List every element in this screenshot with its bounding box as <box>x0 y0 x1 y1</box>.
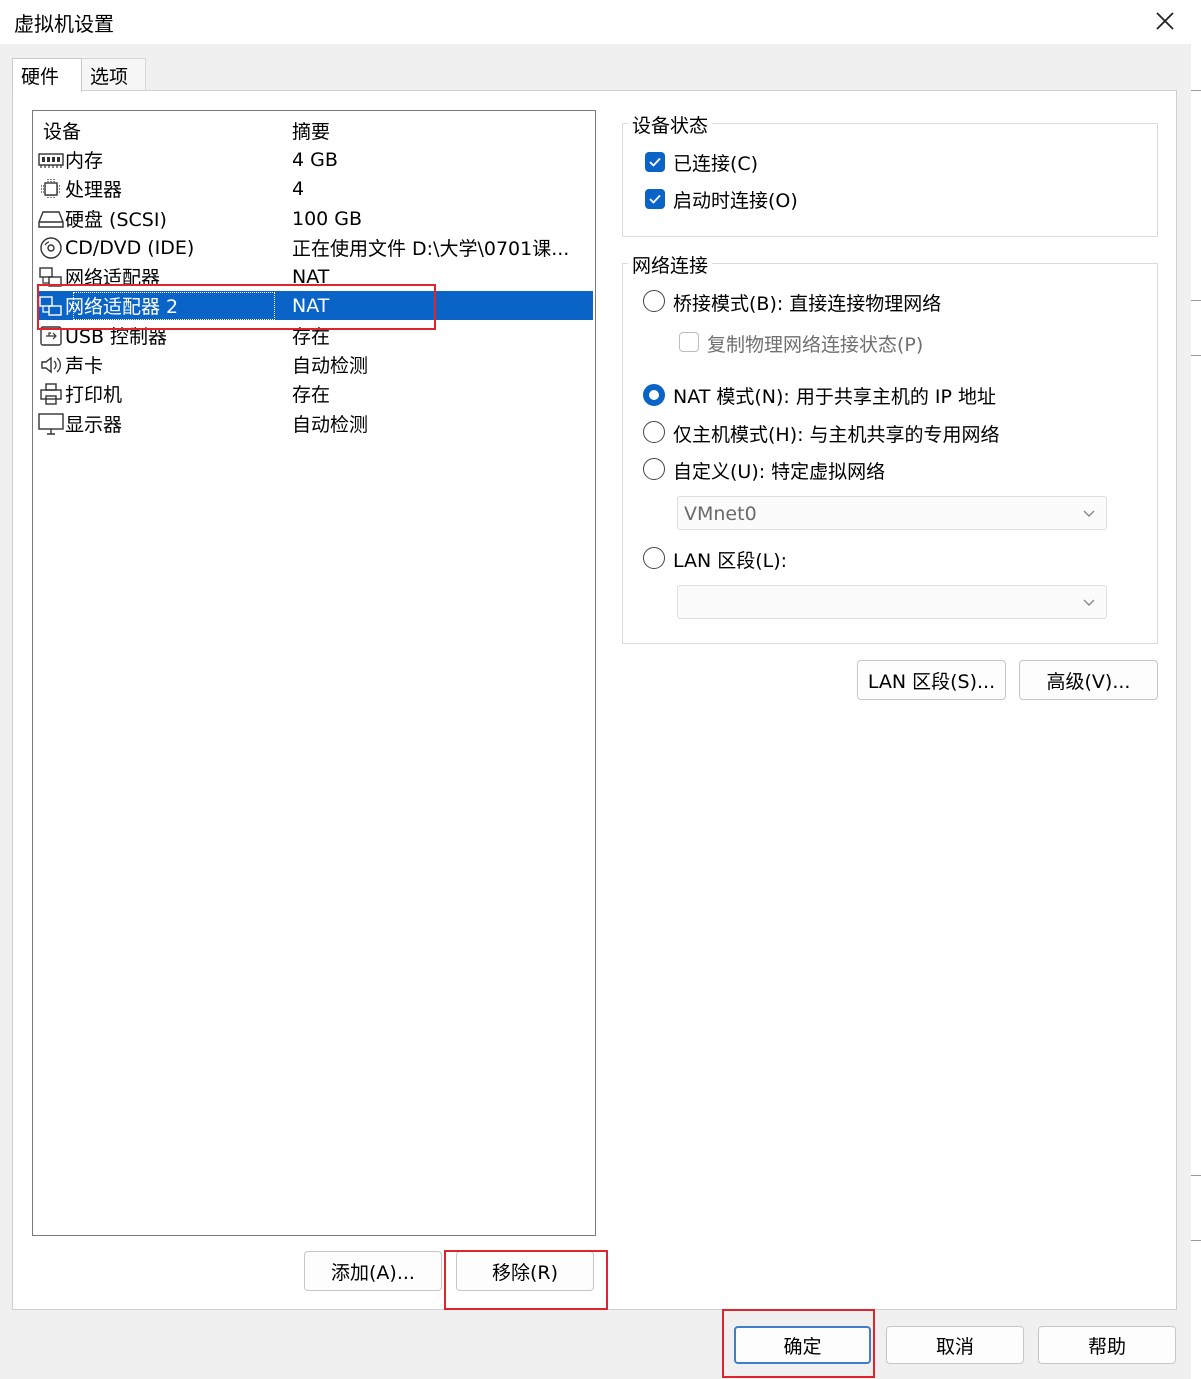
device-row-network-adapter[interactable]: 网络适配器 NAT <box>37 262 593 291</box>
device-row-hard-disk[interactable]: 硬盘 (SCSI) 100 GB <box>37 204 593 233</box>
device-row-usb-controller[interactable]: USB 控制器 存在 <box>37 321 593 350</box>
custom-label[interactable]: 自定义(U): 特定虚拟网络 <box>673 457 885 484</box>
device-name: 处理器 <box>65 179 123 201</box>
device-summary: 100 GB <box>292 207 363 230</box>
network-connection-title: 网络连接 <box>628 251 713 278</box>
checkmark-icon <box>649 157 661 167</box>
memory-icon <box>37 148 65 172</box>
lan-segments-button[interactable]: LAN 区段(S)... <box>857 660 1006 700</box>
device-row-printer[interactable]: 打印机 存在 <box>37 379 593 408</box>
device-summary: NAT <box>292 265 330 288</box>
device-row-display[interactable]: 显示器 自动检测 <box>37 409 593 438</box>
device-row-processor[interactable]: 处理器 4 <box>37 174 593 203</box>
bridged-radio[interactable] <box>643 290 665 312</box>
device-status-title: 设备状态 <box>628 111 713 138</box>
device-summary: 4 GB <box>292 148 338 171</box>
advanced-button[interactable]: 高级(V)... <box>1019 660 1158 700</box>
device-name: USB 控制器 <box>65 326 168 348</box>
device-summary: 正在使用文件 D:\大学\0701课... <box>292 238 570 260</box>
checkmark-icon <box>649 194 661 204</box>
chevron-down-icon <box>1082 503 1096 525</box>
custom-network-value: VMnet0 <box>684 503 757 525</box>
column-header-summary: 摘要 <box>292 121 331 143</box>
cancel-button[interactable]: 取消 <box>886 1326 1024 1364</box>
window-title: 虚拟机设置 <box>14 12 114 36</box>
title-bar <box>0 0 1191 44</box>
display-icon <box>37 412 65 436</box>
processor-icon <box>37 177 65 201</box>
device-summary: 存在 <box>292 384 331 406</box>
connected-checkbox[interactable] <box>645 152 665 172</box>
device-summary: 4 <box>292 177 305 200</box>
lan-segment-select[interactable] <box>677 585 1107 619</box>
device-name: 网络适配器 2 <box>65 296 179 318</box>
device-summary: NAT <box>292 294 330 317</box>
window-edge <box>1191 0 1201 1379</box>
nat-radio[interactable] <box>643 384 665 406</box>
tab-label: 硬件 <box>21 66 60 88</box>
close-icon <box>1156 12 1174 30</box>
lan-segment-radio[interactable] <box>643 547 665 569</box>
sound-card-icon <box>37 353 65 377</box>
device-name: 声卡 <box>65 355 104 377</box>
chevron-down-icon <box>1082 592 1096 614</box>
connect-at-power-on-label[interactable]: 启动时连接(O) <box>673 186 798 213</box>
device-summary: 自动检测 <box>292 414 369 436</box>
custom-network-select[interactable]: VMnet0 <box>677 496 1107 530</box>
tab-hardware[interactable]: 硬件 <box>12 58 82 92</box>
network-adapter-icon <box>37 294 65 318</box>
ok-button[interactable]: 确定 <box>734 1326 871 1364</box>
custom-radio[interactable] <box>643 458 665 480</box>
device-list[interactable]: 设备 摘要 内存 4 GB 处理器 4 硬盘 (SCSI) 100 GB CD/… <box>32 110 596 1236</box>
connect-at-power-on-checkbox[interactable] <box>645 189 665 209</box>
device-summary: 存在 <box>292 326 331 348</box>
device-status-group <box>622 123 1158 237</box>
device-row-memory[interactable]: 内存 4 GB <box>37 145 593 174</box>
help-button[interactable]: 帮助 <box>1038 1326 1176 1364</box>
remove-device-button[interactable]: 移除(R) <box>456 1251 594 1291</box>
lan-segment-label[interactable]: LAN 区段(L): <box>673 546 787 573</box>
tab-label: 选项 <box>90 66 129 88</box>
device-name: CD/DVD (IDE) <box>65 236 195 259</box>
close-button[interactable] <box>1148 4 1182 38</box>
device-row-network-adapter-2[interactable]: 网络适配器 2 NAT <box>37 291 593 320</box>
network-adapter-icon <box>37 265 65 289</box>
add-device-button[interactable]: 添加(A)... <box>304 1251 442 1291</box>
hard-disk-icon <box>37 207 65 231</box>
nat-label[interactable]: NAT 模式(N): 用于共享主机的 IP 地址 <box>673 382 996 409</box>
usb-controller-icon <box>37 324 65 348</box>
device-name: 网络适配器 <box>65 267 161 289</box>
device-row-cd-dvd[interactable]: CD/DVD (IDE) 正在使用文件 D:\大学\0701课... <box>37 233 593 262</box>
device-row-sound-card[interactable]: 声卡 自动检测 <box>37 350 593 379</box>
host-only-label[interactable]: 仅主机模式(H): 与主机共享的专用网络 <box>673 420 1000 447</box>
device-name: 硬盘 (SCSI) <box>65 209 167 231</box>
connected-label[interactable]: 已连接(C) <box>673 149 758 176</box>
device-name: 内存 <box>65 150 104 172</box>
device-summary: 自动检测 <box>292 355 369 377</box>
host-only-radio[interactable] <box>643 421 665 443</box>
device-name: 显示器 <box>65 414 123 436</box>
device-name: 打印机 <box>65 384 123 406</box>
printer-icon <box>37 382 65 406</box>
column-header-device: 设备 <box>43 121 82 143</box>
cd-dvd-icon <box>37 236 65 260</box>
replicate-state-label[interactable]: 复制物理网络连接状态(P) <box>707 330 923 357</box>
bridged-label[interactable]: 桥接模式(B): 直接连接物理网络 <box>673 289 941 316</box>
replicate-state-checkbox[interactable] <box>679 332 699 352</box>
tab-options[interactable]: 选项 <box>82 58 146 90</box>
